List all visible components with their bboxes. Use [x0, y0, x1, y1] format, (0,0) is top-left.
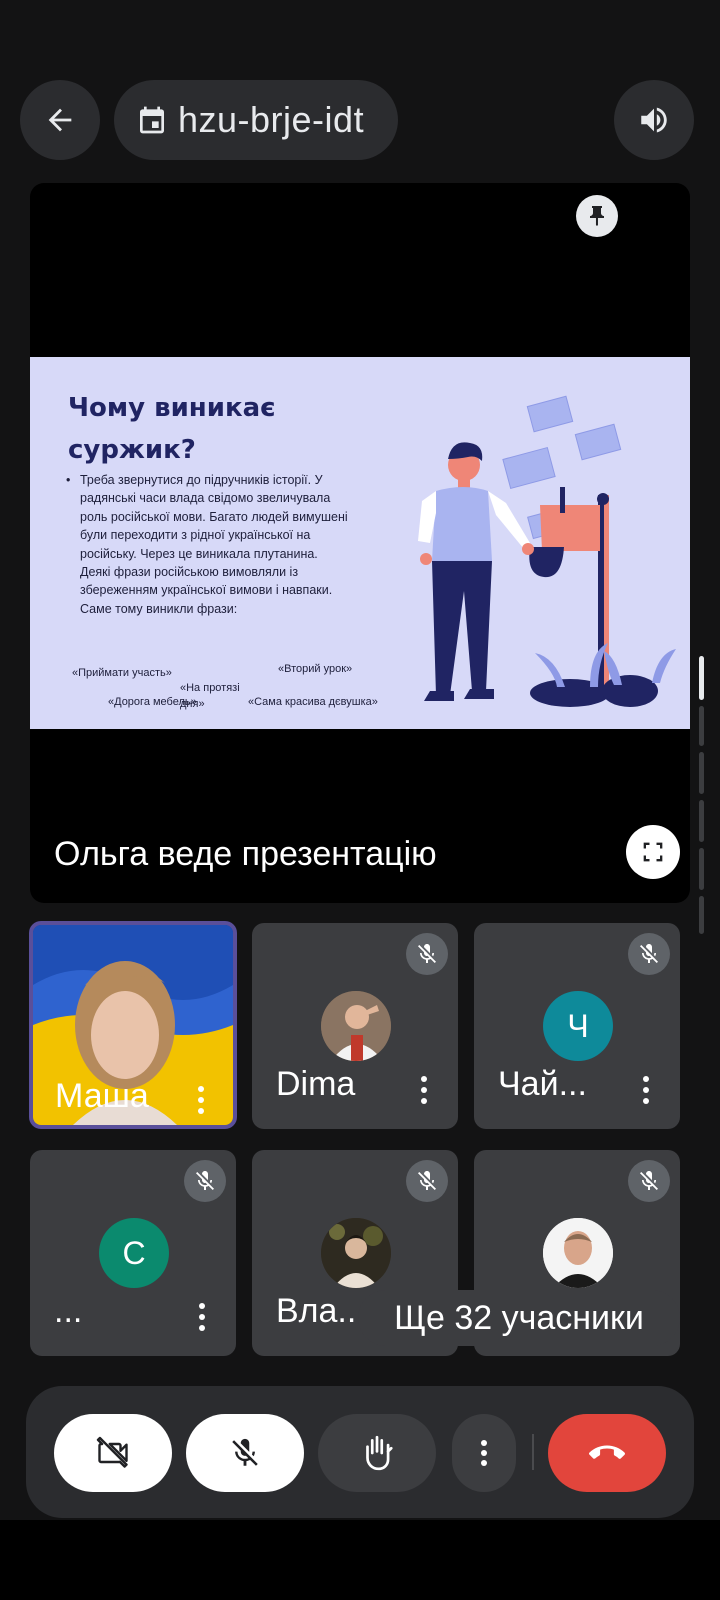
mic-off-icon [640, 944, 658, 963]
participant-more-button[interactable] [636, 1073, 656, 1107]
participant-tile[interactable]: Ч Чай... [474, 923, 680, 1129]
hand-raise-icon [366, 1435, 393, 1471]
mic-off-icon [196, 1171, 214, 1190]
slide-phrase: «Дорога мебель» [108, 696, 197, 708]
participant-more-button[interactable] [191, 1083, 211, 1117]
participant-more-button[interactable] [414, 1073, 434, 1107]
system-nav-area [0, 1520, 720, 1600]
participant-tile[interactable]: С ... [30, 1150, 236, 1356]
participant-name: Чай... [498, 1065, 587, 1103]
slide-bullet-text: Треба звернутися до підручників історії.… [80, 473, 348, 616]
mailbox-illustration [418, 395, 676, 707]
participant-photo [321, 1218, 391, 1288]
more-vert-icon [421, 1076, 427, 1082]
participant-avatar [321, 1218, 391, 1288]
camera-toggle-button[interactable] [54, 1414, 172, 1492]
more-participants-chip[interactable]: Ще 32 учасники [358, 1290, 680, 1346]
scrollbar-track [699, 896, 704, 934]
calendar-icon [140, 106, 164, 134]
participant-avatar [321, 991, 391, 1061]
bullet-dot: • [66, 473, 71, 487]
pin-icon [590, 206, 604, 226]
participant-photo [321, 991, 391, 1061]
muted-indicator [628, 933, 670, 975]
participant-avatar: С [99, 1218, 169, 1288]
muted-indicator [184, 1160, 226, 1202]
participant-name: ... [54, 1292, 83, 1330]
presenter-caption: Ольга веде презентацію [54, 835, 437, 873]
scrollbar-track [699, 706, 704, 746]
more-vert-icon [198, 1086, 204, 1092]
participant-photo [543, 1218, 613, 1288]
participant-tile[interactable]: Dima [252, 923, 458, 1129]
participant-more-button[interactable] [192, 1300, 212, 1334]
presentation-slide: Чому виникає суржик? • Треба звернутися … [30, 357, 690, 729]
audio-output-button[interactable] [614, 80, 694, 160]
slide-phrase: «Вторий урок» [278, 663, 353, 675]
scrollbar-track [699, 848, 704, 890]
scrollbar-thumb[interactable] [699, 656, 704, 700]
fullscreen-icon [643, 842, 663, 862]
participant-tile[interactable]: Маша [29, 921, 237, 1129]
call-controls-bar [26, 1386, 694, 1518]
meeting-code: hzu-brje-idt [178, 99, 365, 140]
controls-divider [532, 1434, 534, 1470]
scrollbar-track [699, 752, 704, 794]
participant-name: Dima [276, 1065, 356, 1103]
participant-avatar: Ч [543, 991, 613, 1061]
muted-indicator [628, 1160, 670, 1202]
mic-off-icon [418, 944, 436, 963]
scrollbar-track [699, 800, 704, 842]
more-options-button[interactable] [452, 1414, 516, 1492]
call-end-icon [589, 1445, 625, 1459]
speaker-icon [641, 107, 667, 133]
slide-bullet: • Треба звернутися до підручників історі… [66, 471, 350, 618]
more-vert-icon [481, 1440, 487, 1466]
mic-off-icon [418, 1171, 436, 1190]
participant-name: Маша [55, 1077, 149, 1115]
slide-phrase: «Приймати участь» [72, 667, 172, 679]
participant-avatar [543, 1218, 613, 1288]
leave-call-button[interactable] [548, 1414, 666, 1492]
slide-title: Чому виникає суржик? [68, 393, 276, 465]
back-button[interactable] [20, 80, 100, 160]
meeting-info-button[interactable]: hzu-brje-idt [114, 80, 398, 160]
mic-off-icon [640, 1171, 658, 1190]
muted-indicator [406, 1160, 448, 1202]
raise-hand-button[interactable] [318, 1414, 436, 1492]
more-vert-icon [199, 1303, 205, 1309]
mic-toggle-button[interactable] [186, 1414, 304, 1492]
muted-indicator [406, 933, 448, 975]
fullscreen-button[interactable] [626, 825, 680, 879]
pin-button[interactable] [576, 195, 618, 237]
mic-off-icon [232, 1438, 258, 1466]
more-vert-icon [643, 1076, 649, 1082]
participant-name: Вла... [276, 1292, 366, 1330]
camera-off-icon [96, 1436, 128, 1468]
slide-phrase: «Сама красива дєвушка» [248, 696, 378, 708]
arrow-left-icon [48, 108, 72, 132]
presentation-tile[interactable]: Чому виникає суржик? • Треба звернутися … [30, 183, 690, 903]
